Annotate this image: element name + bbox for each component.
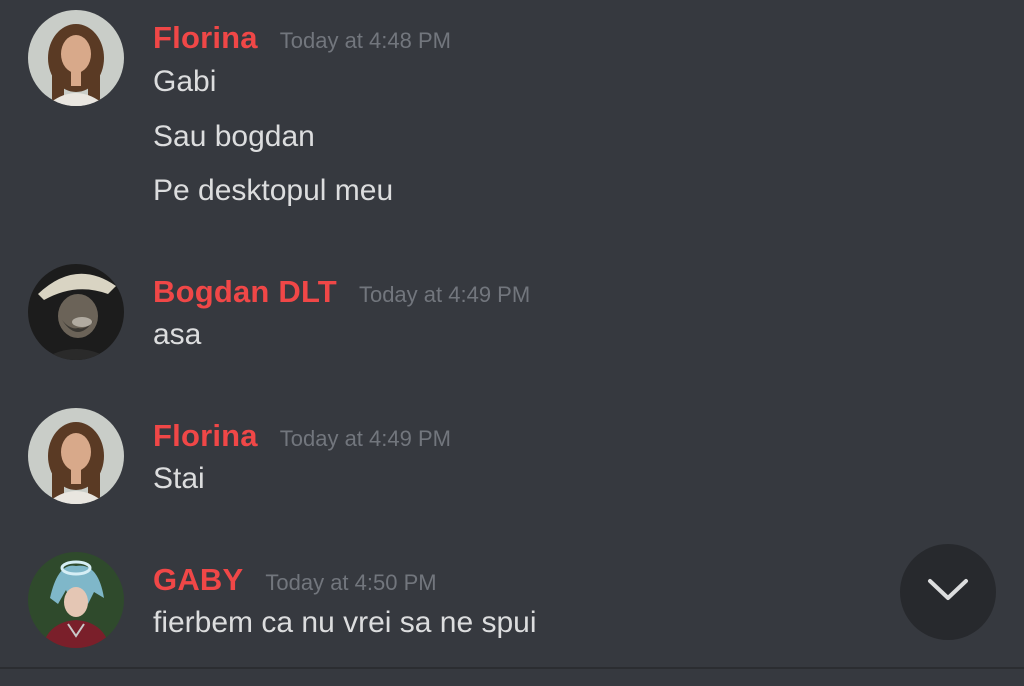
message-text: Stai	[153, 462, 205, 495]
message-text: Pe desktopul meu	[153, 174, 394, 207]
avatar-bogdan-dlt[interactable]	[28, 264, 124, 360]
message-text: Sau bogdan	[153, 120, 315, 153]
author-name[interactable]: Bogdan DLT	[153, 274, 337, 310]
author-name[interactable]: Florina	[153, 418, 258, 454]
message-group: GABY Today at 4:50 PM fierbem ca nu vrei…	[0, 552, 1024, 652]
message-timestamp: Today at 4:49 PM	[358, 282, 531, 307]
jump-to-latest-button[interactable]	[900, 544, 996, 640]
message-header: GABY Today at 4:50 PM	[153, 562, 437, 602]
message-text: Gabi	[153, 65, 217, 98]
author-name[interactable]: Florina	[153, 20, 258, 56]
message-group: Florina Today at 4:48 PM Gabi Sau bogdan…	[0, 10, 1024, 220]
avatar-florina[interactable]	[28, 10, 124, 106]
chevron-down-icon	[926, 577, 970, 608]
message-timestamp: Today at 4:50 PM	[265, 570, 437, 595]
avatar-gaby[interactable]	[28, 552, 124, 648]
message-timestamp: Today at 4:48 PM	[279, 28, 451, 53]
message-group: Bogdan DLT Today at 4:49 PM asa	[0, 264, 1024, 364]
composer-edge	[0, 669, 1024, 686]
chat-messages-area: Florina Today at 4:48 PM Gabi Sau bogdan…	[0, 0, 1024, 686]
message-timestamp: Today at 4:49 PM	[279, 426, 451, 451]
message-header: Florina Today at 4:48 PM	[153, 20, 451, 60]
message-header: Florina Today at 4:49 PM	[153, 418, 451, 458]
author-name[interactable]: GABY	[153, 562, 243, 598]
message-header: Bogdan DLT Today at 4:49 PM	[153, 274, 530, 314]
message-text: fierbem ca nu vrei sa ne spui	[153, 606, 537, 639]
message-group: Florina Today at 4:49 PM Stai	[0, 408, 1024, 508]
avatar-florina[interactable]	[28, 408, 124, 504]
message-text: asa	[153, 318, 202, 351]
